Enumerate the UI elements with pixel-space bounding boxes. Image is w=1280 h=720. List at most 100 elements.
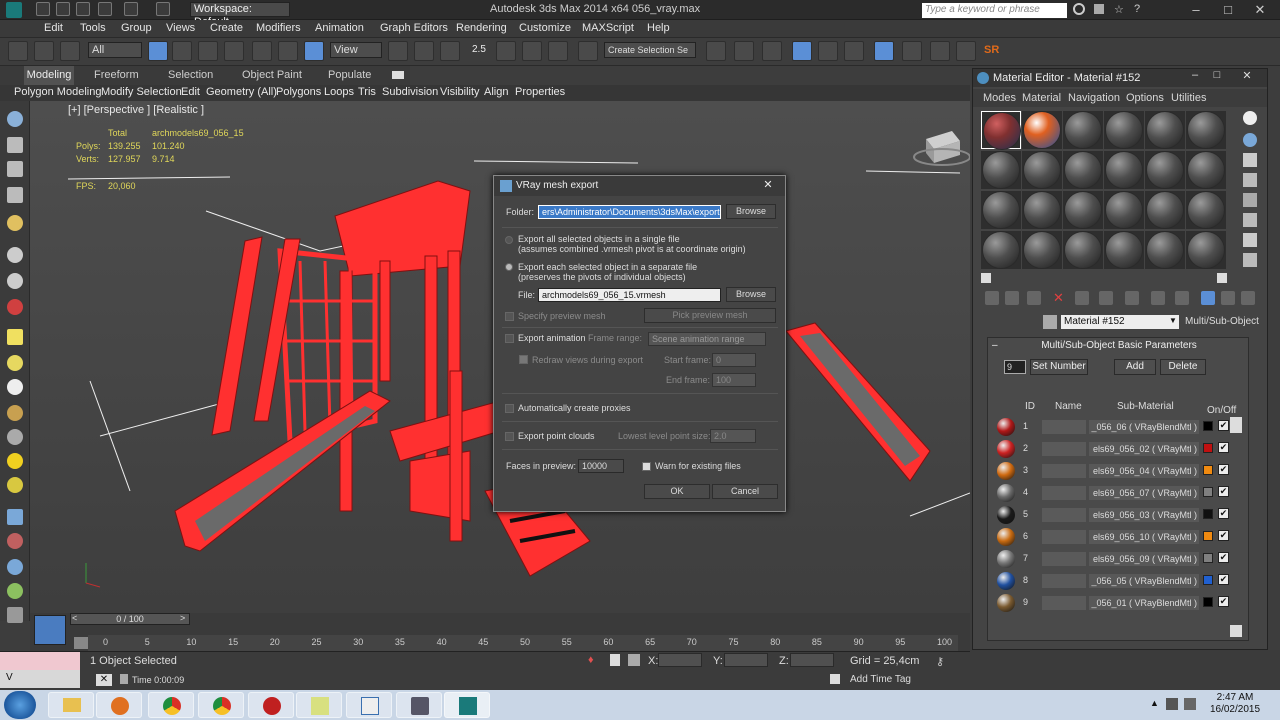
menu-help[interactable]: Help (647, 22, 670, 34)
material-id-icon[interactable] (1151, 291, 1165, 305)
put-to-library-icon[interactable] (1125, 291, 1139, 305)
sub-material-color[interactable] (1203, 421, 1213, 431)
time-tag-icon[interactable] (830, 674, 840, 684)
sub-material-row[interactable]: 3 els69_056_04 ( VRayMtl ) ✔ (997, 461, 1229, 480)
sub-material-swatch[interactable] (997, 418, 1015, 436)
undo-icon[interactable] (98, 2, 112, 16)
app-red-taskbar-icon[interactable] (248, 692, 294, 718)
material-slot[interactable] (1104, 191, 1144, 229)
sub-material-swatch[interactable] (997, 440, 1015, 458)
panel-geometry[interactable]: Geometry (All) (206, 86, 277, 98)
specify-preview-checkbox[interactable] (505, 312, 514, 321)
tools-icon[interactable] (1094, 4, 1104, 14)
sub-material-name-field[interactable] (1042, 508, 1086, 522)
material-slot[interactable] (1104, 111, 1144, 149)
redraw-views-checkbox[interactable] (519, 355, 528, 364)
menu-graph-editors[interactable]: Graph Editors (380, 22, 448, 34)
maxscript-listener[interactable] (0, 652, 80, 670)
time-slider[interactable]: 0 / 100 (70, 613, 190, 625)
material-slot[interactable] (1022, 111, 1062, 149)
window-crossing-icon[interactable] (224, 41, 244, 61)
uv-tiling-icon[interactable] (1243, 173, 1257, 187)
sphere-icon[interactable] (7, 379, 23, 395)
schematic-view-icon[interactable] (844, 41, 864, 61)
delete-button[interactable]: Delete (1160, 359, 1206, 375)
sub-material-row[interactable]: 7 els69_056_09 ( VRayMtl ) ✔ (997, 549, 1229, 568)
material-slot[interactable] (1104, 231, 1144, 269)
plant-icon[interactable] (7, 583, 23, 599)
sub-material-name-field[interactable] (1042, 596, 1086, 610)
reset-map-icon[interactable]: ✕ (1053, 291, 1064, 304)
export-animation-checkbox[interactable] (505, 334, 514, 343)
ref-coord-dropdown[interactable]: View (330, 42, 382, 58)
select-by-material-icon[interactable] (1243, 253, 1257, 267)
sub-material-color[interactable] (1203, 597, 1213, 607)
sub-material-on-checkbox[interactable]: ✔ (1218, 464, 1229, 475)
put-to-scene-icon[interactable] (1005, 291, 1019, 305)
folder-input[interactable]: ers\Administrator\Documents\3dsMax\expor… (538, 205, 721, 219)
redo-icon[interactable] (124, 2, 138, 16)
star-icon[interactable]: ☆ (1114, 3, 1124, 16)
select-by-name-icon[interactable] (172, 41, 192, 61)
sub-material-button[interactable]: els69_056_09 ( VRayMtl ) (1089, 552, 1199, 566)
me-menu-utilities[interactable]: Utilities (1171, 92, 1206, 104)
num-materials-input[interactable]: 9 (1004, 360, 1026, 374)
material-type-button[interactable]: Multi/Sub-Object (1185, 316, 1259, 327)
light-bulb-icon[interactable] (7, 215, 23, 231)
sub-material-color[interactable] (1203, 575, 1213, 585)
sub-material-color[interactable] (1203, 465, 1213, 475)
sub-material-name-field[interactable] (1042, 420, 1086, 434)
start-button[interactable] (4, 691, 36, 719)
column-name[interactable]: Name (1055, 401, 1082, 412)
background-icon[interactable] (1243, 153, 1257, 167)
sub-material-name-field[interactable] (1042, 442, 1086, 456)
ribbon-options-icon[interactable] (392, 71, 404, 79)
absolute-mode-icon[interactable] (628, 654, 640, 666)
tab-object-paint[interactable]: Object Paint (242, 69, 302, 81)
column-id[interactable]: ID (1025, 401, 1035, 412)
maximize-button[interactable]: □ (1212, 0, 1244, 20)
cameras-icon[interactable] (7, 299, 23, 315)
material-slot[interactable] (1145, 191, 1185, 229)
show-end-result-icon[interactable] (1201, 291, 1215, 305)
box-icon[interactable] (7, 329, 23, 345)
sub-material-color[interactable] (1203, 531, 1213, 541)
rect-selection-icon[interactable] (198, 41, 218, 61)
sub-material-row[interactable]: 4 els69_056_07 ( VRayMtl ) ✔ (997, 483, 1229, 502)
menu-edit[interactable]: Edit (44, 22, 63, 34)
start-frame-input[interactable]: 0 (712, 353, 756, 367)
assign-material-icon[interactable] (1027, 291, 1041, 305)
tray-volume-icon[interactable] (1184, 698, 1196, 710)
menu-tools[interactable]: Tools (80, 22, 106, 34)
sample-type-icon[interactable] (1243, 111, 1257, 125)
y-coordinate-input[interactable] (724, 653, 768, 667)
viewport-label[interactable]: [+] [Perspective ] [Realistic ] (68, 104, 204, 116)
search-icon[interactable] (1073, 3, 1085, 15)
sub-material-on-checkbox[interactable]: ✔ (1218, 530, 1229, 541)
material-slot[interactable] (1186, 111, 1226, 149)
sub-material-on-checkbox[interactable]: ✔ (1218, 596, 1229, 607)
mirror-icon[interactable] (706, 41, 726, 61)
frame-range-dropdown[interactable]: Scene animation range (648, 332, 766, 346)
me-minimize-button[interactable]: – (1185, 69, 1205, 85)
list-scroll-up-icon[interactable] (1230, 417, 1242, 433)
slot-scroll-right-icon[interactable] (1217, 273, 1227, 283)
sub-material-swatch[interactable] (997, 506, 1015, 524)
sub-material-button[interactable]: _056_01 ( VRayBlendMtl ) (1089, 596, 1199, 610)
search-input[interactable]: Type a keyword or phrase (922, 3, 1067, 18)
material-slot[interactable] (1145, 231, 1185, 269)
sticky-notes-taskbar-icon[interactable] (296, 692, 342, 718)
align-icon[interactable] (734, 41, 754, 61)
new-scene-icon[interactable] (36, 2, 50, 16)
torus-icon[interactable] (7, 477, 23, 493)
panel-loops[interactable]: Loops (324, 86, 354, 98)
copy-material-icon[interactable] (1075, 291, 1089, 305)
save-file-icon[interactable] (76, 2, 90, 16)
sun-icon[interactable] (7, 453, 23, 469)
tray-flag-icon[interactable] (1166, 698, 1178, 710)
make-unique-icon[interactable] (1099, 291, 1113, 305)
percent-snap-icon[interactable] (522, 41, 542, 61)
help-icon[interactable]: ? (1134, 3, 1140, 15)
slot-scroll-left-icon[interactable] (981, 273, 991, 283)
selection-filter-dropdown[interactable]: All (88, 42, 142, 58)
